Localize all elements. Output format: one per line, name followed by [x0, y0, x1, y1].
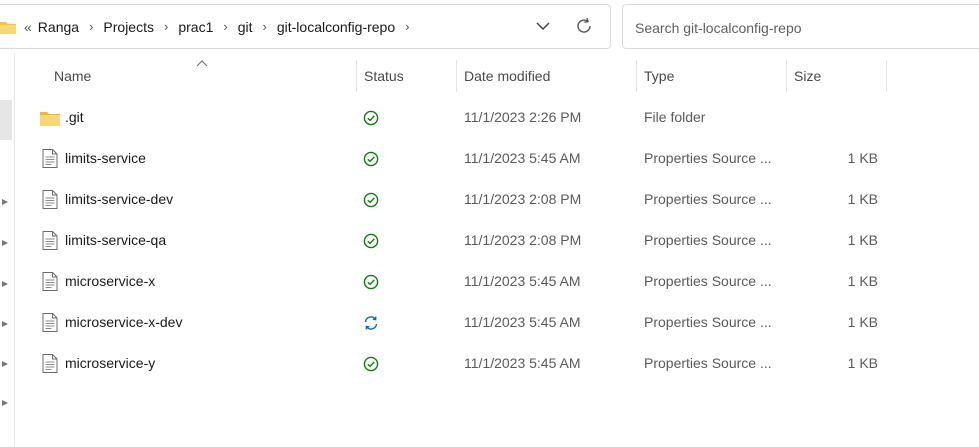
column-header-row: Name Status Date modified Type Size	[15, 60, 979, 92]
nav-selected-item[interactable]	[0, 100, 12, 140]
folder-icon	[40, 110, 60, 129]
chevron-right-icon[interactable]: ›	[223, 19, 227, 34]
column-header-type[interactable]: Type	[644, 60, 674, 92]
file-name[interactable]: microservice-y	[65, 343, 155, 384]
file-size: 1 KB	[847, 273, 878, 289]
file-name[interactable]: microservice-x	[65, 261, 155, 302]
chevron-right-icon[interactable]: ›	[263, 19, 267, 34]
file-name[interactable]: limits-service-qa	[65, 220, 166, 261]
sync-complete-icon	[363, 110, 379, 126]
file-row[interactable]: microservice-y 11/1/2023 5:45 AM Propertie…	[15, 343, 979, 384]
file-type: Properties Source ...	[644, 355, 772, 371]
file-date-modified: 11/1/2023 5:45 AM	[464, 355, 581, 371]
column-divider[interactable]	[456, 60, 457, 92]
file-type: Properties Source ...	[644, 191, 772, 207]
sync-pending-icon	[363, 315, 379, 331]
file-icon	[42, 272, 58, 294]
file-date-modified: 11/1/2023 5:45 AM	[464, 150, 581, 166]
file-row[interactable]: limits-service-dev 11/1/2023 2:08 PM Prope…	[15, 179, 979, 220]
search-input[interactable]	[633, 5, 977, 50]
file-size: 1 KB	[847, 355, 878, 371]
navigation-pane	[0, 54, 15, 447]
breadcrumb-item-ranga[interactable]: Ranga	[38, 19, 79, 35]
file-size: 1 KB	[847, 314, 878, 330]
sync-complete-icon	[363, 356, 379, 372]
breadcrumb-item-prac1[interactable]: prac1	[178, 19, 213, 35]
pin-icon	[0, 316, 10, 327]
file-size: 1 KB	[847, 191, 878, 207]
chevron-right-icon[interactable]: ›	[89, 19, 93, 34]
folder-icon	[0, 20, 16, 37]
sync-complete-icon	[363, 192, 379, 208]
file-size: 1 KB	[847, 232, 878, 248]
column-divider[interactable]	[886, 60, 887, 92]
file-icon	[42, 354, 58, 376]
breadcrumb-item-git[interactable]: git	[238, 19, 253, 35]
file-type: Properties Source ...	[644, 273, 772, 289]
sort-ascending-icon	[196, 55, 208, 67]
sync-complete-icon	[363, 233, 379, 249]
file-name[interactable]: limits-service	[65, 138, 146, 179]
breadcrumb: « Ranga › Projects › prac1 › git › git-l…	[24, 5, 419, 48]
column-header-date-modified[interactable]: Date modified	[464, 60, 550, 92]
column-divider[interactable]	[786, 60, 787, 92]
pin-icon	[0, 194, 10, 205]
top-bar: « Ranga › Projects › prac1 › git › git-l…	[0, 0, 979, 54]
chevron-right-icon[interactable]: ›	[405, 19, 409, 34]
file-row[interactable]: microservice-x 11/1/2023 5:45 AM Propertie…	[15, 261, 979, 302]
file-row[interactable]: limits-service-qa 11/1/2023 2:08 PM Proper…	[15, 220, 979, 261]
pin-icon	[0, 356, 10, 367]
search-box[interactable]	[622, 4, 979, 50]
file-name[interactable]: limits-service-dev	[65, 179, 173, 220]
file-name[interactable]: microservice-x-dev	[65, 302, 182, 343]
file-date-modified: 11/1/2023 5:45 AM	[464, 273, 581, 289]
chevron-right-icon[interactable]: ›	[164, 19, 168, 34]
file-type: Properties Source ...	[644, 232, 772, 248]
file-icon	[42, 149, 58, 171]
file-type: Properties Source ...	[644, 150, 772, 166]
file-date-modified: 11/1/2023 2:08 PM	[464, 191, 582, 207]
file-row[interactable]: microservice-x-dev 11/1/2023 5:45 AM Prope…	[15, 302, 979, 343]
chevron-down-icon[interactable]	[534, 17, 552, 35]
file-row[interactable]: limits-service 11/1/2023 5:45 AM Propertie…	[15, 138, 979, 179]
column-divider[interactable]	[636, 60, 637, 92]
file-row[interactable]: .git 11/1/2023 2:26 PM File folder	[15, 97, 979, 138]
pin-icon	[0, 395, 10, 406]
file-date-modified: 11/1/2023 2:08 PM	[464, 232, 582, 248]
file-icon	[42, 231, 58, 253]
file-size: 1 KB	[847, 150, 878, 166]
sync-complete-icon	[363, 274, 379, 290]
file-date-modified: 11/1/2023 5:45 AM	[464, 314, 581, 330]
file-icon	[42, 190, 58, 212]
refresh-icon[interactable]	[574, 16, 594, 36]
pin-icon	[0, 276, 10, 287]
pin-icon	[0, 235, 10, 246]
address-bar[interactable]: « Ranga › Projects › prac1 › git › git-l…	[0, 4, 611, 49]
column-divider[interactable]	[356, 60, 357, 92]
file-icon	[42, 313, 58, 335]
breadcrumb-overflow-button[interactable]: «	[24, 19, 32, 35]
file-type: File folder	[644, 109, 706, 125]
file-date-modified: 11/1/2023 2:26 PM	[464, 109, 582, 125]
file-type: Properties Source ...	[644, 314, 772, 330]
file-name[interactable]: .git	[65, 97, 84, 138]
sync-complete-icon	[363, 151, 379, 167]
column-header-name[interactable]: Name	[54, 60, 91, 92]
breadcrumb-item-git-localconfig-repo[interactable]: git-localconfig-repo	[277, 19, 395, 35]
column-header-status[interactable]: Status	[364, 60, 404, 92]
breadcrumb-item-projects[interactable]: Projects	[103, 19, 154, 35]
column-header-size[interactable]: Size	[794, 60, 821, 92]
